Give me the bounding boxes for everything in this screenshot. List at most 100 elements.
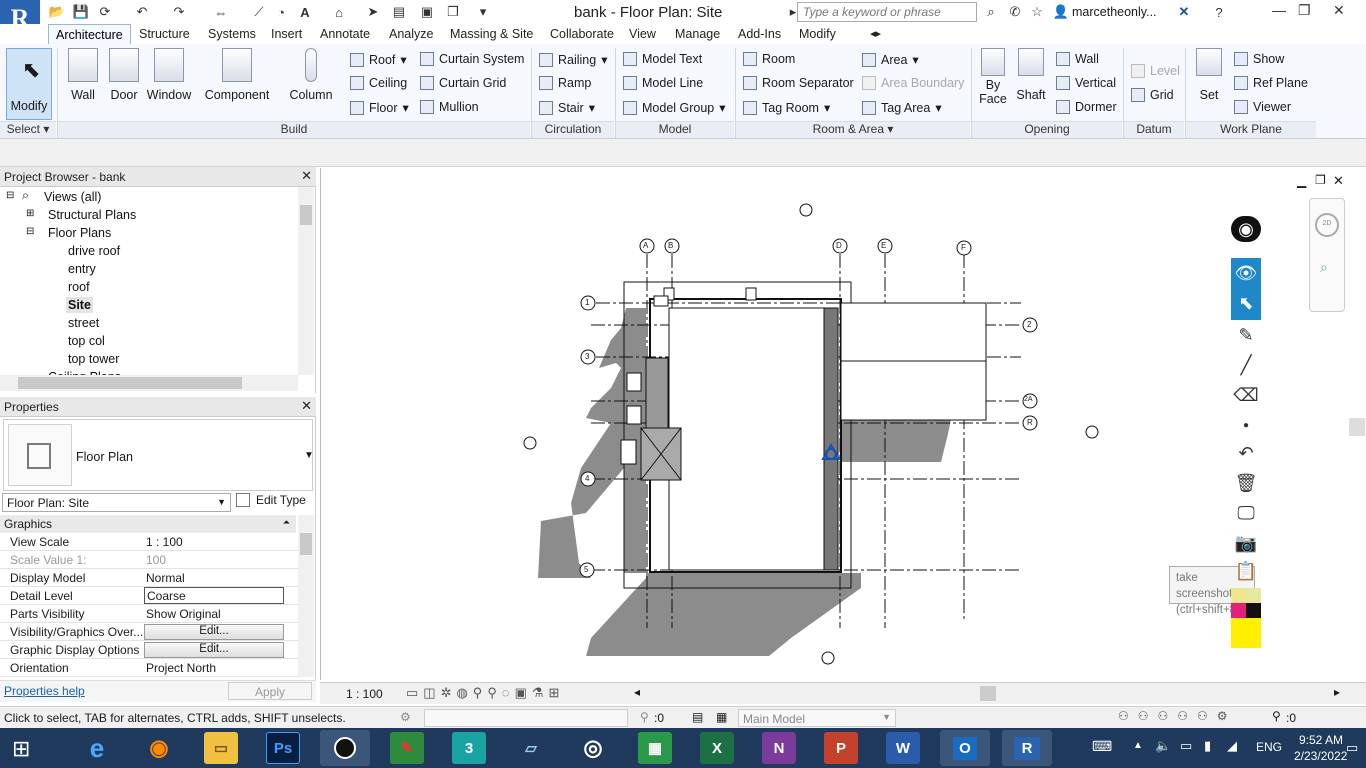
railing-button[interactable]: Railing ▾ — [539, 52, 608, 67]
tree-item-entry[interactable]: entry — [68, 262, 96, 276]
type-selector[interactable]: Floor Plan ▼ — [3, 419, 314, 491]
graphics-group-header[interactable]: Graphics ⏶ — [0, 515, 296, 533]
tab-annotate[interactable]: Annotate — [320, 27, 370, 41]
chrome-icon[interactable]: ◎ — [576, 732, 610, 764]
excel-icon[interactable]: X — [700, 732, 734, 764]
area-button[interactable]: Area ▾ — [862, 52, 919, 67]
horizontal-scroll-thumb[interactable] — [980, 686, 996, 701]
file-explorer-icon[interactable]: ▭ — [204, 732, 238, 764]
tag-area-button[interactable]: Tag Area ▾ — [862, 100, 942, 115]
viewer-button[interactable]: Viewer — [1234, 100, 1291, 114]
clock-time[interactable]: 9:52 AM — [1299, 733, 1343, 747]
pointer-icon[interactable]: ⬉ — [1231, 290, 1261, 316]
minimize-button[interactable]: — — [1272, 2, 1286, 18]
thin-lines-icon[interactable]: ▤ — [390, 3, 408, 21]
detail-level-field[interactable]: Coarse — [144, 587, 284, 604]
tab-structure[interactable]: Structure — [139, 27, 190, 41]
ramp-button[interactable]: Ramp — [539, 76, 591, 90]
chevron-down-icon[interactable]: ▼ — [304, 450, 314, 461]
aligned-dimension-icon[interactable]: ⟋ — [250, 3, 268, 21]
network-icon[interactable]: ▭ — [1180, 738, 1192, 754]
outlook-icon[interactable]: O — [940, 730, 990, 766]
tree-item-site[interactable]: Site — [66, 297, 93, 313]
zoom-icon[interactable]: ⌕ — [1320, 259, 1328, 276]
window-button[interactable]: Window — [144, 48, 194, 102]
text-icon[interactable]: A — [296, 3, 314, 21]
canvas-scroll-thumb[interactable] — [1349, 418, 1365, 436]
apply-button[interactable]: Apply — [228, 682, 312, 700]
tree-item-drive-roof[interactable]: drive roof — [68, 244, 120, 258]
ceiling-button[interactable]: Ceiling — [350, 76, 407, 90]
parts-visibility-value[interactable]: Show Original — [146, 607, 221, 621]
switch-windows-icon[interactable]: ❐ — [444, 3, 462, 21]
user-icon[interactable]: 👤 — [1052, 3, 1070, 21]
tag-room-button[interactable]: Tag Room ▾ — [743, 100, 830, 115]
curtain-system-button[interactable]: Curtain System — [420, 52, 524, 66]
room-button[interactable]: Room — [743, 52, 795, 66]
powerpoint-icon[interactable]: P — [824, 732, 858, 764]
floor-button[interactable]: Floor ▾ — [350, 100, 409, 115]
undo-icon[interactable]: ↶ — [133, 3, 151, 21]
tree-item-street[interactable]: street — [68, 316, 99, 330]
tree-item-floor-plans[interactable]: Floor Plans — [48, 226, 111, 240]
dot-icon[interactable]: ● — [1231, 412, 1261, 438]
view-scale[interactable]: 1 : 100 — [346, 687, 383, 701]
screen-icon[interactable]: 🖵 — [1231, 500, 1261, 526]
horizontal-scrollbar[interactable] — [0, 375, 298, 391]
user-name[interactable]: marcetheonly... — [1072, 5, 1157, 19]
tray-expand-icon[interactable]: ▲ — [1133, 740, 1143, 751]
tab-view[interactable]: View — [629, 27, 656, 41]
column-button[interactable]: Column — [286, 48, 336, 102]
sketch-app-icon[interactable]: ✎ — [390, 732, 424, 764]
tab-insert[interactable]: Insert — [271, 27, 302, 41]
calculator-icon[interactable]: ▦ — [638, 732, 672, 764]
curtain-grid-button[interactable]: Curtain Grid — [420, 76, 506, 90]
shaft-button[interactable]: Shaft — [1014, 48, 1048, 102]
maximize-button[interactable]: ❐ — [1298, 2, 1311, 19]
edit-type-button[interactable]: Edit Type — [236, 493, 306, 507]
door-button[interactable]: Door — [106, 48, 142, 102]
close-icon[interactable]: ✕ — [301, 398, 312, 414]
ref-plane-button[interactable]: Ref Plane — [1234, 76, 1308, 90]
model-group-button[interactable]: Model Group ▾ — [623, 100, 726, 115]
design-option-dropdown[interactable]: Main Model ▼ — [738, 709, 896, 727]
photoshop-icon[interactable]: Ps — [266, 732, 300, 764]
notification-icon[interactable]: ▭ — [1346, 740, 1358, 756]
by-face-button[interactable]: By Face — [976, 48, 1010, 106]
tab-collaborate[interactable]: Collaborate — [550, 27, 614, 41]
tab-systems[interactable]: Systems — [208, 27, 256, 41]
grid-button[interactable]: Grid — [1131, 88, 1174, 102]
component-button[interactable]: Component — [203, 48, 271, 102]
tag-icon[interactable]: ◔ — [272, 3, 290, 21]
eraser-icon[interactable]: ⌫ — [1231, 382, 1261, 408]
2d-wheel-icon[interactable]: 2D — [1315, 213, 1339, 237]
line-icon[interactable]: ╱ — [1231, 352, 1261, 378]
tab-modify[interactable]: Modify — [799, 27, 836, 41]
color-palette[interactable] — [1231, 588, 1261, 650]
sync-icon[interactable]: ⟳ — [96, 3, 114, 21]
select-panel-label[interactable]: Select ▾ — [0, 121, 56, 138]
graphic-display-edit-button[interactable]: Edit... — [144, 642, 284, 658]
properties-help-link[interactable]: Properties help — [4, 684, 85, 698]
3d-view-icon[interactable]: ⌂ — [330, 3, 348, 21]
scroll-left-icon[interactable]: ◂ — [634, 685, 640, 699]
tab-analyze[interactable]: Analyze — [389, 27, 433, 41]
favorites-icon[interactable]: ☆ — [1028, 3, 1046, 21]
tree-item-top-col[interactable]: top col — [68, 334, 105, 348]
tab-manage[interactable]: Manage — [675, 27, 720, 41]
camera-icon[interactable]: 📷 — [1231, 530, 1261, 556]
word-icon[interactable]: W — [886, 732, 920, 764]
onenote-icon[interactable]: N — [762, 732, 796, 764]
lightshot-logo-icon[interactable]: ◉ — [1231, 216, 1261, 242]
close-icon[interactable]: ✕ — [301, 168, 312, 184]
3ds-max-icon[interactable]: 3 — [452, 732, 486, 764]
tree-item-views-all[interactable]: Views (all) — [44, 190, 101, 204]
notes-app-icon[interactable]: ▱ — [514, 732, 548, 764]
wall-opening-button[interactable]: Wall — [1056, 52, 1099, 66]
instance-selector[interactable]: Floor Plan: Site ▼ — [2, 493, 231, 512]
vertical-opening-button[interactable]: Vertical — [1056, 76, 1116, 90]
mullion-button[interactable]: Mullion — [420, 100, 479, 114]
dormer-button[interactable]: Dormer — [1056, 100, 1117, 114]
view-scale-value[interactable]: 1 : 100 — [146, 535, 183, 549]
eye-icon[interactable]: 👁 — [1231, 260, 1261, 286]
